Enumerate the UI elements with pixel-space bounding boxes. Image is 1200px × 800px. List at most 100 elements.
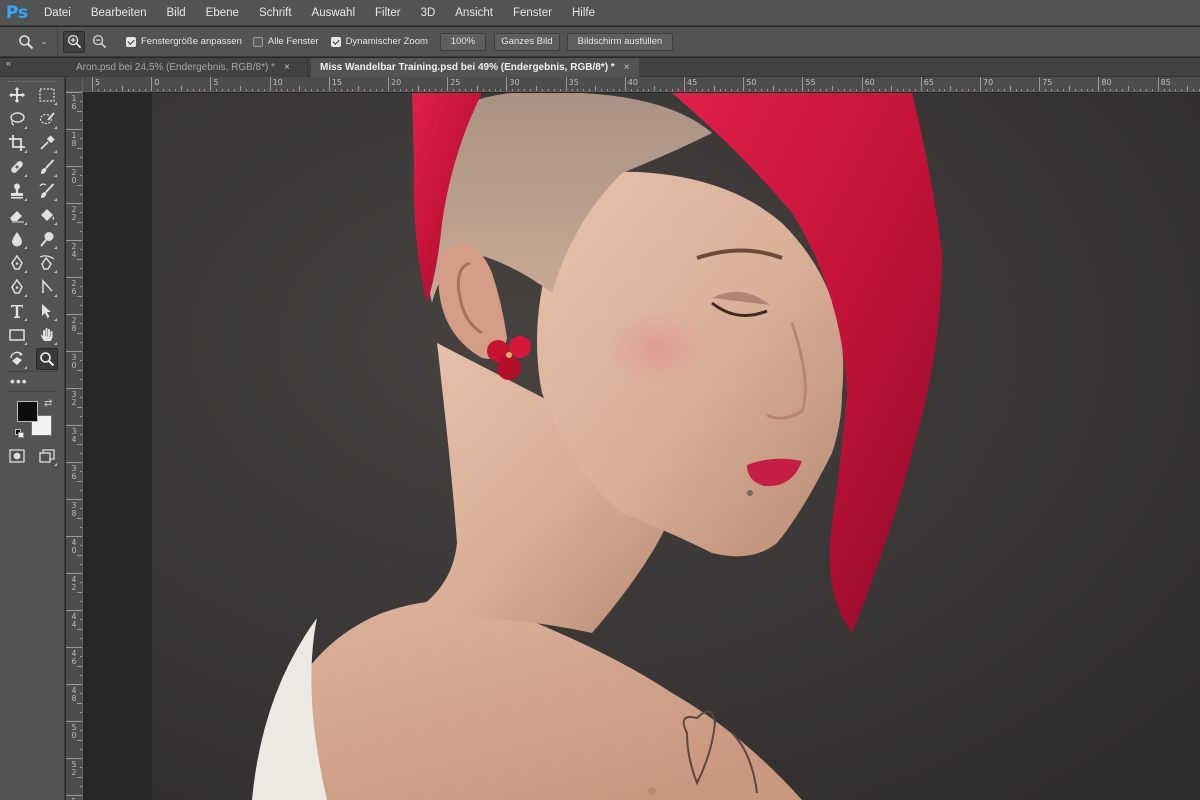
ruler-origin[interactable] — [66, 77, 83, 92]
menu-datei[interactable]: Datei — [34, 0, 81, 26]
brush-tool[interactable] — [36, 156, 58, 178]
tool-preset-picker[interactable]: ⌄ — [0, 26, 58, 57]
all-windows-checkbox[interactable]: Alle Fenster — [252, 36, 319, 47]
rectangle-tool[interactable] — [6, 324, 28, 346]
vertical-ruler[interactable]: 1618202224262830323436384042444648505254 — [66, 92, 83, 800]
dodge-icon — [40, 232, 54, 247]
move-icon — [9, 87, 25, 103]
tab-miss-wandelbar[interactable]: Miss Wandelbar Training.psd bei 49% (End… — [311, 58, 639, 77]
paint-bucket-icon — [41, 209, 55, 221]
blur-tool[interactable] — [6, 228, 28, 250]
zoom-in-button[interactable] — [63, 30, 85, 53]
foreground-color-swatch[interactable] — [17, 401, 38, 422]
swap-colors-icon[interactable]: ⇄ — [44, 398, 52, 409]
stamp-icon — [11, 183, 23, 199]
ruler-label: 28 — [71, 316, 77, 333]
quick-mask-button[interactable] — [6, 445, 28, 467]
ruler-label: 24 — [71, 242, 77, 259]
tools-panel: ••• ⇄ — [0, 77, 65, 800]
dodge-tool[interactable] — [36, 228, 58, 250]
healing-brush-tool[interactable] — [6, 156, 28, 178]
brush-icon — [41, 159, 55, 174]
ruler-label: 42 — [71, 575, 77, 592]
chevron-down-icon: ⌄ — [40, 36, 48, 46]
type-tool[interactable] — [6, 300, 28, 322]
resize-windows-label: Fenstergröße anpassen — [141, 36, 242, 47]
history-brush-tool[interactable] — [36, 180, 58, 202]
menu-bild[interactable]: Bild — [156, 0, 195, 26]
menu-auswahl[interactable]: Auswahl — [302, 0, 365, 26]
curvature-pen-tool[interactable] — [36, 252, 58, 274]
checkbox-unchecked-icon — [252, 36, 263, 47]
zoom-out-button[interactable] — [88, 31, 110, 53]
tab-aron[interactable]: Aron.psd bei 24,5% (Endergebnis, RGB/8*)… — [70, 58, 308, 77]
pen-tool[interactable] — [6, 252, 28, 274]
ruler-label: 65 — [923, 78, 934, 87]
close-icon[interactable]: × — [624, 62, 630, 73]
path-selection-tool[interactable] — [36, 276, 58, 298]
direct-selection-tool[interactable] — [36, 300, 58, 322]
panel-grip[interactable] — [8, 81, 56, 83]
fit-screen-button[interactable]: Ganzes Bild — [493, 32, 560, 51]
horizontal-ruler[interactable]: 5 0 5 10 15 20 25 30 35 40 45 50 55 60 65 70 75 80 85 — [83, 77, 1200, 92]
zoom-tool[interactable] — [36, 348, 58, 370]
menu-3d[interactable]: 3D — [411, 0, 446, 26]
menu-ansicht[interactable]: Ansicht — [445, 0, 503, 26]
history-brush-icon — [39, 183, 55, 198]
checkbox-checked-icon — [126, 36, 136, 47]
resize-windows-checkbox[interactable]: Fenstergröße anpassen — [126, 36, 242, 47]
zoom-100-button[interactable]: 100% — [439, 32, 486, 51]
default-colors-icon[interactable] — [15, 429, 24, 438]
scrubby-zoom-checkbox[interactable]: Dynamischer Zoom — [330, 36, 428, 47]
freeform-pen-tool[interactable] — [6, 276, 28, 298]
pen-icon — [11, 255, 23, 270]
eyedropper-tool[interactable] — [36, 132, 58, 154]
crop-tool[interactable] — [6, 132, 28, 154]
quick-selection-tool[interactable] — [36, 108, 58, 130]
eyedropper-icon — [40, 135, 55, 150]
ruler-label: 48 — [71, 686, 77, 703]
ruler-label: 32 — [71, 390, 77, 407]
ruler-label: 0 — [154, 78, 160, 87]
ruler-label: 25 — [450, 78, 461, 87]
hand-tool[interactable] — [36, 324, 58, 346]
menu-filter[interactable]: Filter — [365, 0, 411, 26]
zoom-in-icon — [67, 34, 81, 49]
ruler-label: 34 — [71, 427, 77, 444]
move-tool[interactable] — [6, 84, 28, 106]
ruler-label: 5 — [213, 78, 219, 87]
menu-hilfe[interactable]: Hilfe — [562, 0, 605, 26]
3d-rotate-tool[interactable] — [6, 348, 28, 370]
tab-title: Miss Wandelbar Training.psd bei 49% (End… — [320, 62, 615, 73]
fill-screen-button[interactable]: Bildschirm ausfüllen — [566, 32, 673, 51]
menu-fenster[interactable]: Fenster — [503, 0, 562, 26]
ruler-label: 10 — [272, 78, 283, 87]
ruler-label: 50 — [746, 78, 757, 87]
eraser-tool[interactable] — [6, 204, 28, 226]
ruler-label: 22 — [71, 205, 77, 222]
marquee-tool[interactable] — [36, 84, 58, 106]
freeform-pen-icon — [11, 279, 23, 294]
screen-mode-button[interactable] — [36, 445, 58, 467]
clone-stamp-tool[interactable] — [6, 180, 28, 202]
rectangle-icon — [9, 329, 25, 341]
paint-bucket-tool[interactable] — [36, 204, 58, 226]
hand-icon — [40, 328, 53, 341]
collapse-panels-icon[interactable]: « — [6, 58, 11, 68]
close-icon[interactable]: × — [284, 62, 290, 73]
document-canvas[interactable] — [84, 93, 1200, 800]
ruler-label: 20 — [391, 78, 402, 87]
document-image[interactable] — [152, 93, 1200, 800]
ruler-label: 80 — [1101, 78, 1112, 87]
bandage-icon — [11, 161, 23, 173]
more-tools-icon[interactable]: ••• — [10, 373, 28, 389]
menu-ebene[interactable]: Ebene — [196, 0, 249, 26]
ruler-label: 85 — [1160, 78, 1171, 87]
arrow-pointer-icon — [42, 304, 51, 318]
ruler-label: 40 — [627, 78, 638, 87]
type-icon — [11, 305, 23, 318]
menu-bearbeiten[interactable]: Bearbeiten — [81, 0, 157, 26]
lasso-tool[interactable] — [6, 108, 28, 130]
ruler-label: 40 — [71, 538, 77, 555]
menu-schrift[interactable]: Schrift — [249, 0, 302, 26]
